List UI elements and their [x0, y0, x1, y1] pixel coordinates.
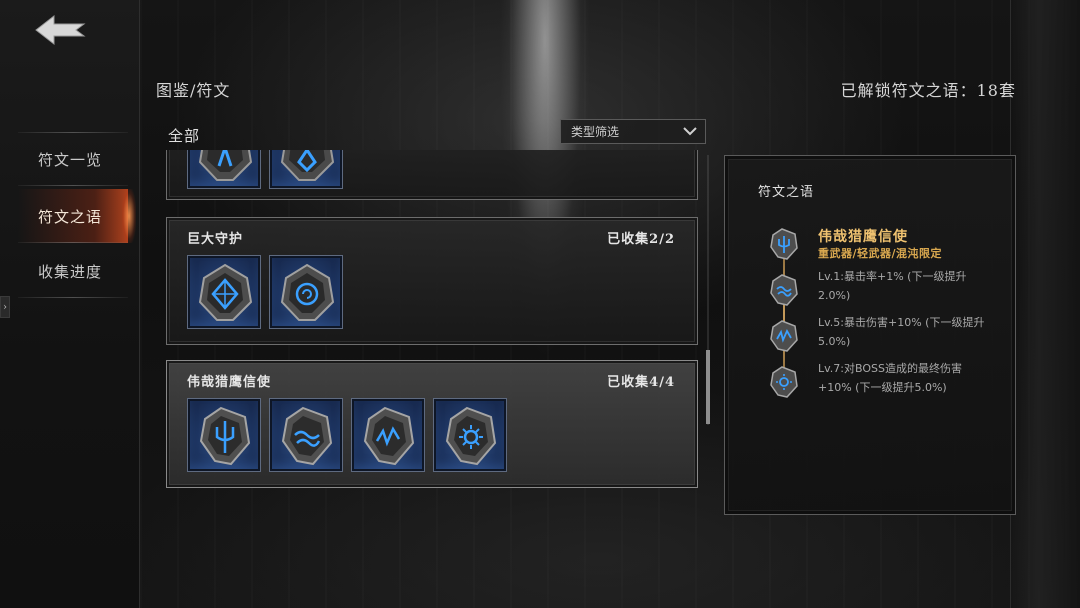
rune-wave-icon — [769, 274, 799, 306]
sidebar-item-runewords[interactable]: 符文之语 — [18, 189, 136, 243]
sidebar-item-label: 收集进度 — [38, 262, 103, 281]
collected-count: 已收集2/2 — [607, 232, 675, 247]
type-filter-dropdown[interactable]: 类型筛选 — [560, 119, 706, 144]
rune-a-icon — [198, 150, 253, 181]
sidebar-expand-button[interactable]: › — [0, 296, 10, 318]
sidebar-item-label: 符文一览 — [38, 150, 103, 169]
breadcrumb: 图鉴/符文 — [156, 81, 231, 100]
rune-slot[interactable] — [351, 398, 425, 472]
runeword-name: 巨大守护 — [187, 232, 244, 247]
rune-row — [187, 255, 343, 329]
rune-spiral-icon — [280, 263, 335, 321]
rune-slot[interactable] — [269, 255, 343, 329]
effect-level-1: Lv.1:暴击率+1% (下一级提升2.0%) — [818, 270, 967, 302]
rune-row — [187, 150, 343, 189]
rune-diamond-icon — [198, 263, 253, 321]
list-scrollbar-thumb[interactable] — [706, 350, 710, 424]
runeword-card[interactable] — [166, 150, 698, 200]
rune-slot[interactable] — [433, 398, 507, 472]
rune-trident-icon — [199, 406, 251, 466]
rune-slot[interactable] — [269, 150, 343, 189]
collected-count: 已收集4/4 — [607, 375, 675, 390]
rune-zigzag-icon — [363, 406, 415, 466]
sidebar-item-rune-list[interactable]: 符文一览 — [18, 132, 128, 186]
detail-section-title: 符文之语 — [758, 185, 815, 200]
rune-b-icon — [280, 150, 335, 181]
effect-level-7: Lv.7:对BOSS造成的最终伤害+10% (下一级提升5.0%) — [818, 362, 962, 394]
rune-slot[interactable] — [187, 398, 261, 472]
rune-zigzag-icon — [769, 320, 799, 352]
rune-sun-icon — [769, 366, 799, 398]
chevron-right-icon: › — [3, 301, 7, 313]
runeword-name: 伟哉猎鹰信使 — [187, 375, 272, 390]
rune-slot[interactable] — [187, 255, 261, 329]
chevron-down-icon — [683, 127, 697, 136]
active-indicator — [122, 189, 136, 243]
back-button[interactable] — [30, 12, 90, 48]
sidebar-item-collection-progress[interactable]: 收集进度 — [18, 244, 128, 298]
runeword-detail-panel: 符文之语 伟哉猎鹰信使 重武器/轻武器/混沌限定 Lv.1:暴击率+1% (下一… — [724, 155, 1016, 515]
runeword-card[interactable]: 巨大守护 已收集2/2 — [166, 217, 698, 345]
back-arrow-icon — [35, 14, 86, 46]
dropdown-label: 类型筛选 — [571, 125, 620, 139]
rune-row — [187, 398, 507, 472]
runeword-title: 伟哉猎鹰信使 — [818, 229, 908, 245]
rune-wave-icon — [281, 406, 333, 466]
sidebar-item-label: 符文之语 — [38, 207, 103, 226]
weapon-restriction: 重武器/轻武器/混沌限定 — [818, 247, 943, 260]
rune-chain-line — [783, 244, 785, 384]
runeword-list[interactable]: 巨大守护 已收集2/2 伟哉猎鹰信使 已收集4/4 — [166, 150, 706, 490]
rune-slot[interactable] — [187, 150, 261, 189]
unlock-count: 已解锁符文之语：18套 — [840, 81, 1016, 100]
runeword-card-selected[interactable]: 伟哉猎鹰信使 已收集4/4 — [166, 360, 698, 488]
right-frame-decoration — [1010, 0, 1080, 608]
category-title: 全部 — [168, 127, 201, 145]
sidebar: 符文一览 符文之语 收集进度 › — [0, 0, 140, 608]
rune-slot[interactable] — [269, 398, 343, 472]
rune-trident-icon — [769, 228, 799, 260]
effect-level-5: Lv.5:暴击伤害+10% (下一级提升5.0%) — [818, 316, 985, 348]
rune-sun-icon — [445, 406, 497, 466]
